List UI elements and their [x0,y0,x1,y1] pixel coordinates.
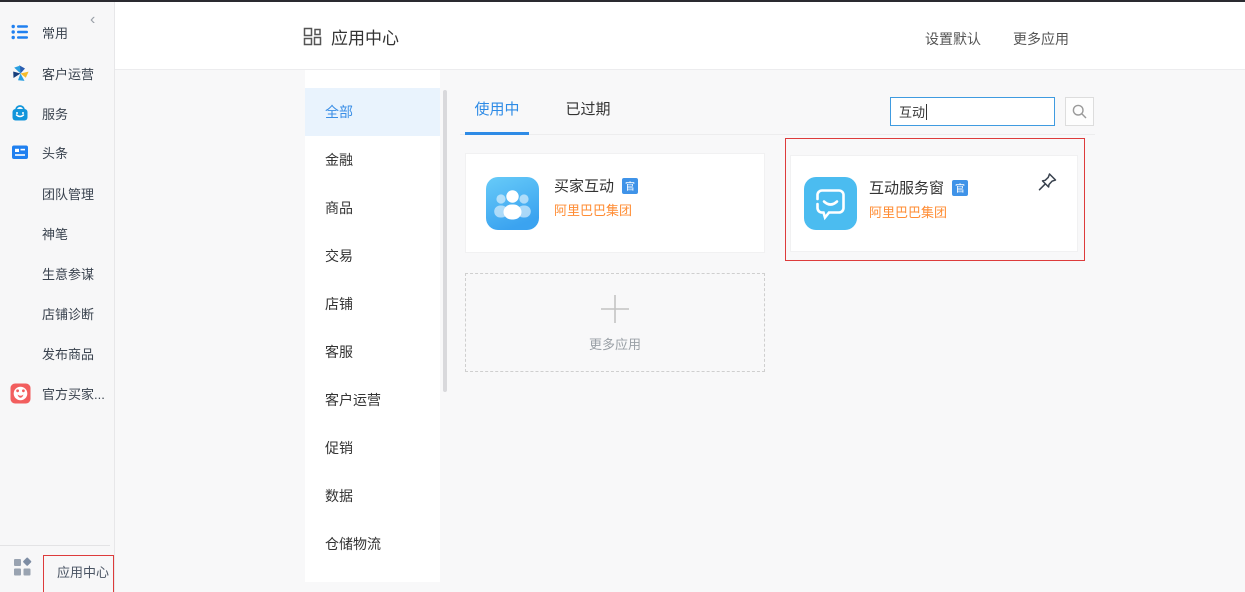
sidebar-item-label: 生意参谋 [42,264,94,283]
official-badge: 官 [622,178,638,194]
sidebar-item-tuanduiguanli[interactable]: 团队管理 [0,178,115,208]
category-customer-ops[interactable]: 客户运营 [305,376,440,424]
more-apps-label: 更多应用 [589,334,641,353]
sidebar-item-label: 官方买家... [42,384,105,403]
page-title-group: 应用中心 [303,25,399,47]
app-grid-icon [13,557,33,577]
sidebar-item-label: 头条 [42,143,68,162]
category-panel: 全部 金融 商品 交易 店铺 客服 客户运营 促销 数据 仓储物流 [305,70,440,582]
sidebar-item-label: 常用 [42,23,68,42]
category-data[interactable]: 数据 [305,472,440,520]
magnifier-icon [1071,103,1088,120]
app-center-screen: ‹ 常用 客户运营 [0,0,1245,592]
sidebar-item-dianpuzhenduan[interactable]: 店铺诊断 [0,298,115,328]
category-service[interactable]: 客服 [305,328,440,376]
tab-in-use[interactable]: 使用中 [465,98,529,132]
sidebar-item-fabushangpin[interactable]: 发布商品 [0,338,115,368]
panda-icon [9,382,31,404]
more-apps-button[interactable]: 更多应用 [1013,29,1069,49]
category-trade[interactable]: 交易 [305,232,440,280]
sidebar-item-label: 服务 [42,104,68,123]
sidebar-item-shengyicanmou[interactable]: 生意参谋 [0,258,115,288]
category-scrollbar[interactable] [443,90,447,392]
sidebar-item-label: 店铺诊断 [42,304,94,323]
category-goods[interactable]: 商品 [305,184,440,232]
plus-icon [598,292,632,326]
annotation-box-app-center [43,555,114,592]
search-input[interactable]: 互动 [890,97,1055,126]
people-icon [486,177,539,230]
category-promotion[interactable]: 促销 [305,424,440,472]
annotation-box-card [785,138,1085,261]
app-card-maijiahudong[interactable]: 买家互动 官 阿里巴巴集团 [465,153,765,253]
sidebar-item-guanfangmaijia[interactable]: 官方买家... [0,378,115,408]
category-warehouse-logistics[interactable]: 仓储物流 [305,520,440,568]
tab-expired[interactable]: 已过期 [563,98,613,132]
bag-icon [9,102,31,124]
search-input-value: 互动 [899,102,925,121]
left-sidebar: ‹ 常用 客户运营 [0,2,115,592]
category-shop[interactable]: 店铺 [305,280,440,328]
text-caret [926,104,927,120]
list-icon [9,21,31,43]
pinwheel-icon [9,62,31,84]
grid-icon [303,27,322,46]
app-name: 买家互动 [554,175,614,196]
sidebar-item-label: 团队管理 [42,184,94,203]
more-apps-tile[interactable]: 更多应用 [465,273,765,372]
search-button[interactable] [1065,97,1094,126]
sidebar-item-changyong[interactable]: 常用 [0,17,115,47]
news-icon [9,141,31,163]
category-all[interactable]: 全部 [305,88,440,136]
sidebar-item-label: 发布商品 [42,344,94,363]
sidebar-item-label: 神笔 [42,224,68,243]
main-header [115,2,1245,70]
sidebar-item-shenbi[interactable]: 神笔 [0,218,115,248]
sidebar-item-label: 客户运营 [42,64,94,83]
page-title: 应用中心 [331,24,399,49]
sidebar-item-toutiao[interactable]: 头条 [0,137,115,167]
active-tab-underline [465,132,529,135]
sidebar-item-kehuyunying[interactable]: 客户运营 [0,58,115,88]
set-default-button[interactable]: 设置默认 [925,29,981,49]
app-provider-link[interactable]: 阿里巴巴集团 [554,200,632,219]
category-finance[interactable]: 金融 [305,136,440,184]
sidebar-divider [0,545,110,546]
sidebar-item-fuwu[interactable]: 服务 [0,98,115,128]
